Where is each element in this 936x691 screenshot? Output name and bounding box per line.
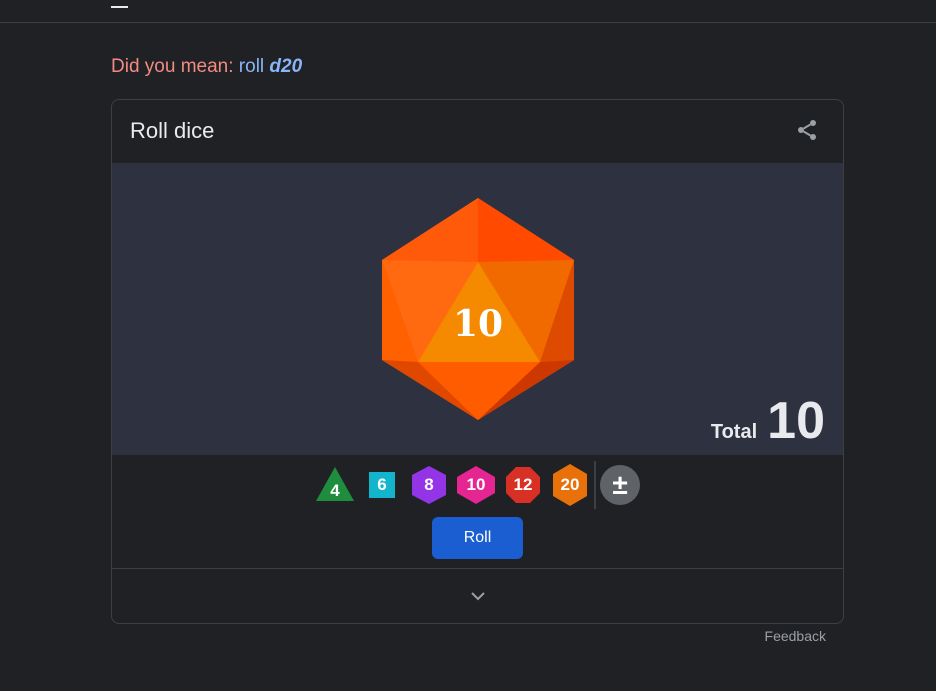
modifier-button[interactable]: ± xyxy=(600,465,640,505)
share-button[interactable] xyxy=(793,116,821,144)
did-you-mean: Did you mean: roll d20 xyxy=(111,56,302,78)
d6-button[interactable]: 6 xyxy=(361,461,403,509)
did-you-mean-prefix: Did you mean: xyxy=(111,56,234,77)
total-display: Total 10 xyxy=(711,395,825,447)
d12-button[interactable]: 12 xyxy=(502,461,544,509)
feedback-link[interactable]: Feedback xyxy=(765,628,826,644)
d8-button[interactable]: 8 xyxy=(408,461,450,509)
d12-label: 12 xyxy=(513,475,533,494)
card-title: Roll dice xyxy=(130,118,215,143)
d4-label: 4 xyxy=(330,481,340,500)
total-label: Total xyxy=(710,421,758,443)
die-face-value: 10 xyxy=(452,303,504,345)
dice-stage: 10 Total 10 xyxy=(112,163,843,455)
roll-dice-card: Roll dice 10 Total 10 4 6 8 10 12 20 ± R… xyxy=(111,99,844,624)
roll-button[interactable]: Roll xyxy=(432,517,523,559)
d10-button[interactable]: 10 xyxy=(455,461,497,509)
d6-label: 6 xyxy=(377,475,387,494)
card-header: Roll dice xyxy=(112,100,843,163)
did-you-mean-link[interactable]: roll d20 xyxy=(239,56,302,77)
expand-button[interactable] xyxy=(112,569,843,623)
did-you-mean-plain: roll xyxy=(238,56,265,77)
d10-label: 10 xyxy=(466,475,486,494)
dice-row-divider xyxy=(594,461,596,509)
top-bar xyxy=(0,0,936,23)
d4-button[interactable]: 4 xyxy=(314,461,356,509)
active-tab-indicator xyxy=(111,6,128,8)
did-you-mean-bold: d20 xyxy=(269,56,303,77)
total-value: 10 xyxy=(767,392,825,450)
d20-label: 20 xyxy=(560,475,580,494)
d20-button[interactable]: 20 xyxy=(549,461,591,509)
d8-label: 8 xyxy=(424,475,434,494)
chevron-down-icon xyxy=(470,592,485,601)
dice-selector-row: 4 6 8 10 12 20 ± xyxy=(112,461,843,509)
share-icon xyxy=(798,120,816,140)
